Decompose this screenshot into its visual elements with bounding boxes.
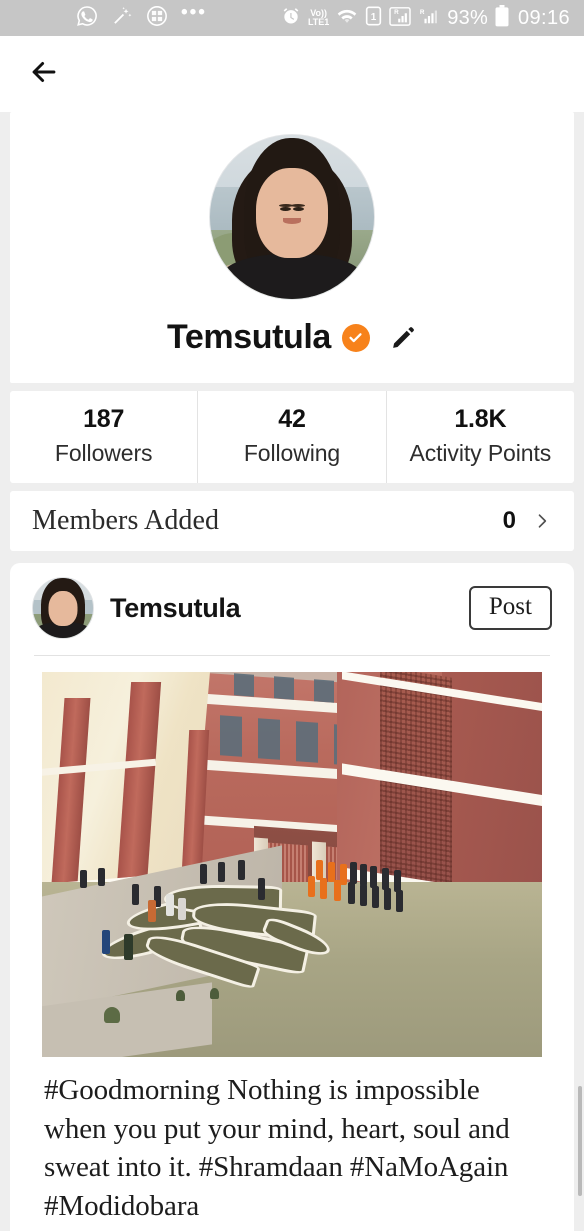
stat-activity-points-value: 1.8K [454, 405, 507, 433]
battery-icon [495, 4, 509, 32]
photo-person-7 [124, 934, 133, 960]
stat-following[interactable]: 42 Following [198, 391, 387, 483]
post-photo[interactable] [42, 672, 542, 1057]
photo-window-6 [234, 673, 254, 697]
whatsapp-icon [76, 5, 98, 32]
photo-crowd-orange-3 [340, 864, 347, 885]
photo-person-8 [200, 864, 207, 884]
members-added-label: Members Added [32, 505, 220, 536]
photo-person-5 [148, 900, 156, 922]
photo-person-1 [132, 884, 139, 905]
profile-name-row: Temsutula [10, 318, 574, 357]
photo-person-10 [238, 860, 245, 880]
photo-crowd-dark-9 [382, 868, 389, 890]
battery-percent-label: 93% [447, 6, 488, 29]
photo-person-6 [102, 930, 110, 954]
alarm-icon [281, 6, 301, 31]
members-added-value: 0 [502, 507, 516, 534]
sim1-icon: 1 [365, 6, 382, 31]
photo-crowd-orange-6 [308, 876, 315, 897]
magic-wand-icon [111, 5, 133, 32]
svg-text:1: 1 [371, 12, 377, 23]
status-bar-left-icons: ••• [14, 2, 281, 32]
photo-person-12 [98, 868, 105, 886]
avatar-shoulders [222, 254, 362, 299]
photo-planter-3 [104, 1007, 120, 1023]
stat-activity-points-label: Activity Points [409, 440, 552, 466]
svg-text:R: R [394, 9, 399, 16]
photo-crowd-orange-5 [334, 880, 341, 901]
post-button[interactable]: Post [468, 586, 552, 630]
status-bar-right-icons: Vo)) LTE1 1 R R 93% 09:16 [281, 4, 570, 32]
page-title: Temsutula [167, 318, 331, 356]
more-dots-icon: ••• [181, 2, 207, 23]
photo-crowd-orange-4 [320, 878, 327, 899]
photo-window-7 [274, 676, 294, 700]
post-author-name[interactable]: Temsutula [110, 593, 469, 624]
profile-stats-card: 187 Followers 42 Following 1.8K Activity… [10, 391, 574, 483]
avatar-face [256, 167, 328, 258]
avatar-mouth [283, 218, 301, 225]
stat-activity-points[interactable]: 1.8K Activity Points [387, 391, 574, 483]
status-bar: ••• Vo)) LTE1 1 R R 93% 09:16 [0, 0, 584, 36]
photo-crowd-dark-3 [370, 866, 377, 888]
verified-check-icon [341, 323, 370, 352]
photo-person-11 [258, 878, 265, 900]
photo-crowd-dark-10 [394, 870, 401, 892]
stat-following-label: Following [243, 440, 341, 466]
photo-crowd-orange-2 [328, 862, 335, 882]
pencil-edit-icon[interactable] [390, 324, 417, 351]
photo-crowd-dark-1 [350, 862, 357, 884]
photo-crowd-dark-5 [360, 884, 367, 906]
stat-followers[interactable]: 187 Followers [10, 391, 199, 483]
signal-r2-icon: R [418, 6, 440, 31]
post-header-divider [34, 655, 550, 656]
apps-grid-icon [146, 5, 168, 32]
photo-planter-2 [210, 988, 219, 999]
profile-page: Temsutula 187 Followers 42 Following 1.8… [0, 112, 584, 1231]
back-arrow-icon [27, 55, 61, 94]
back-button[interactable] [18, 48, 70, 100]
photo-crowd-dark-2 [360, 864, 367, 886]
avatar-eye-right [293, 207, 305, 212]
photo-person-9 [218, 862, 225, 882]
photo-planter-1 [176, 990, 185, 1001]
photo-crowd-dark-6 [372, 886, 379, 908]
members-added-row[interactable]: Members Added 0 [10, 491, 574, 551]
post-caption: #Goodmorning Nothing is impossible when … [44, 1074, 510, 1222]
post-card: Temsutula Post #Goodmorning Nothing is i… [10, 563, 574, 1231]
photo-window-1 [220, 715, 242, 757]
photo-crowd-dark-8 [396, 890, 403, 912]
photo-crowd-orange-1 [316, 860, 323, 880]
stat-followers-label: Followers [54, 440, 153, 466]
post-author-avatar[interactable] [32, 577, 94, 639]
page-scrollbar[interactable] [578, 1086, 582, 1196]
photo-crowd-dark-4 [348, 882, 355, 904]
stat-following-value: 42 [278, 405, 306, 433]
post-avatar-face [48, 591, 78, 627]
avatar-brow-right [291, 203, 306, 207]
clock-label: 09:16 [517, 6, 570, 29]
photo-window-3 [296, 721, 318, 763]
post-header: Temsutula Post [10, 563, 574, 651]
profile-avatar[interactable] [209, 134, 375, 300]
signal-r1-icon: R [389, 6, 412, 31]
stat-followers-value: 187 [83, 405, 125, 433]
volte-icon: Vo)) LTE1 [308, 9, 329, 27]
volte-bottom-label: LTE1 [307, 17, 330, 27]
photo-person-4 [178, 898, 186, 920]
photo-person-3 [166, 894, 174, 916]
top-navigation-bar [0, 36, 584, 112]
photo-window-2 [258, 718, 280, 760]
chevron-right-icon [532, 511, 552, 531]
profile-header-card: Temsutula [10, 112, 574, 383]
photo-window-8 [314, 679, 334, 703]
wifi-icon [336, 6, 358, 31]
avatar-eye-left [279, 207, 291, 212]
photo-crowd-dark-7 [384, 888, 391, 910]
svg-text:R: R [420, 9, 425, 16]
photo-person-13 [80, 870, 87, 888]
